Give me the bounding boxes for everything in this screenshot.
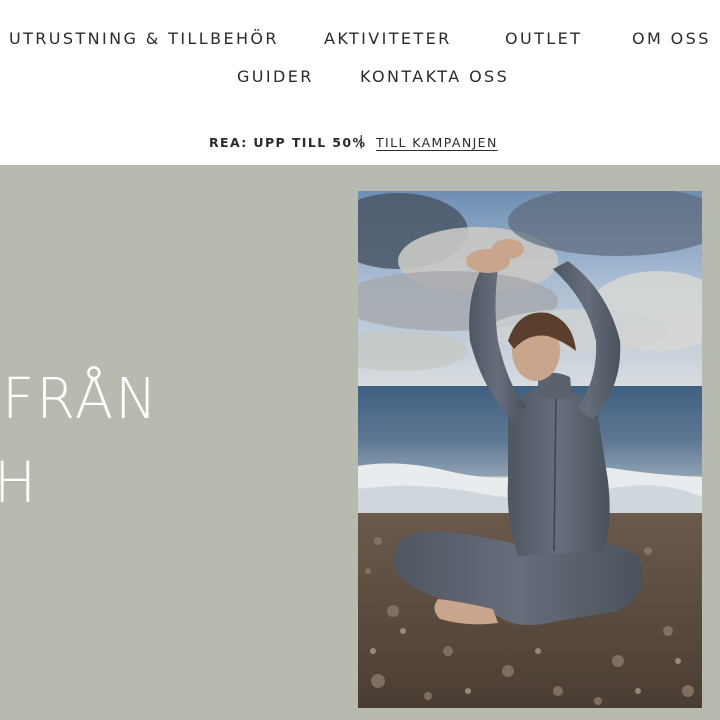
promo-bar: REA: UPP TILL 50% | TILL KAMPANJEN [0,122,720,165]
nav-link-kontakta-oss[interactable]: KONTAKTA OSS [360,67,509,86]
nav-link-guider[interactable]: GUIDER [237,67,314,86]
nav-link-om-oss[interactable]: OM OSS [632,29,711,48]
hero-photo-yoga[interactable] [358,191,702,708]
nav-link-outlet[interactable]: OUTLET [505,29,582,48]
nav-link-aktiviteter[interactable]: AKTIVITETER [324,29,452,48]
hero-banner: FRÅN H [0,165,720,720]
hero-headline-line-1: FRÅN [2,367,160,432]
main-navigation: UTRUSTNING & TILLBEHÖR AKTIVITETER OUTLE… [0,0,720,122]
yoga-photo-illustration [358,191,702,708]
nav-link-utrustning[interactable]: UTRUSTNING & TILLBEHÖR [9,29,279,48]
promo-separator: | [359,134,364,149]
campaign-link[interactable]: TILL KAMPANJEN [376,135,498,150]
promo-text: REA: UPP TILL 50% [209,135,367,150]
hero-headline-line-2: H [0,451,39,516]
